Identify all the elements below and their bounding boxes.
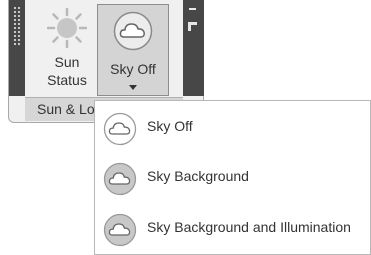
cloud-icon bbox=[113, 11, 153, 51]
sky-off-button[interactable]: Sky Off bbox=[97, 4, 169, 96]
sun-status-label-line1: Sun bbox=[54, 54, 80, 70]
menu-item-sky-background[interactable]: Sky Background bbox=[97, 157, 369, 199]
menu-item-sky-background-illumination[interactable]: Sky Background and Illumination bbox=[97, 208, 369, 250]
panel-grip-handle[interactable] bbox=[9, 0, 25, 96]
sky-off-label: Sky Off bbox=[110, 61, 156, 77]
menu-item-sky-off[interactable]: Sky Off bbox=[97, 107, 369, 149]
cloud-gray-circle-icon bbox=[103, 162, 137, 196]
dropdown-caret-icon bbox=[129, 85, 137, 90]
sun-status-label-line2: Status bbox=[47, 72, 87, 88]
menu-item-label: Sky Background and Illumination bbox=[147, 219, 351, 235]
pin-icon[interactable] bbox=[189, 8, 196, 10]
grip-dots-icon bbox=[13, 6, 21, 46]
menu-item-label: Sky Background bbox=[147, 168, 249, 184]
menu-item-label: Sky Off bbox=[147, 118, 193, 134]
panel-side-strip bbox=[183, 0, 204, 96]
sun-icon bbox=[47, 8, 87, 48]
dialog-launcher-icon[interactable] bbox=[188, 22, 197, 31]
cloud-gray-circle-icon bbox=[103, 213, 137, 247]
cloud-outline-icon bbox=[103, 112, 137, 146]
sun-status-button[interactable]: Sun Status bbox=[39, 4, 95, 94]
sky-dropdown-menu: Sky Off Sky Background Sky Background an… bbox=[94, 100, 371, 255]
